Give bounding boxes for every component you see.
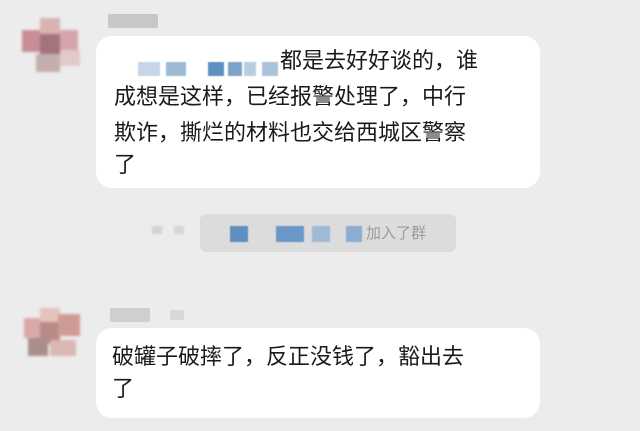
redacted-mention [228,62,268,78]
message-text-line: 了 [114,153,137,178]
message-text-line: 破罐子破摔了，反正没钱了，豁出去 [112,345,465,370]
avatar-pixel [50,340,76,356]
avatar-pixel [40,34,62,56]
avatar-pixel [22,30,42,52]
message-bubble[interactable]: 破罐子破摔了，反正没钱了，豁出去 了 [96,328,540,418]
redacted-member-names [312,226,330,242]
avatar-pixel [58,314,80,336]
avatar-pixel [60,30,78,50]
avatar[interactable] [14,304,92,368]
sender-name-blurred [110,308,150,322]
system-notice-text: 加入了群 [366,224,427,242]
blurred-bits [174,226,184,234]
redacted-member-names [346,226,362,242]
message-text-line: 欺诈，撕烂的材料也交给西城区警察 [114,121,467,146]
avatar-pixel [60,50,80,66]
system-notice: 加入了群 [200,214,456,252]
message-text-line: 都是去好好谈的，谁 [280,49,479,74]
avatar-pixel [36,54,60,72]
sender-name-blurred [108,14,158,28]
avatar[interactable] [14,12,92,76]
redacted-member-names [230,226,248,242]
message-bubble[interactable]: 都是去好好谈的，谁 成想是这样，已经报警处理了，中行 欺诈，撕烂的材料也交给西城… [96,36,540,188]
redacted-member-names [276,226,304,242]
message-text-line: 了 [112,377,135,402]
blurred-bits [152,226,162,234]
avatar-pixel [28,338,48,356]
sender-name-blurred [170,310,184,320]
message-text-line: 成想是这样，已经报警处理了，中行 [114,85,467,110]
